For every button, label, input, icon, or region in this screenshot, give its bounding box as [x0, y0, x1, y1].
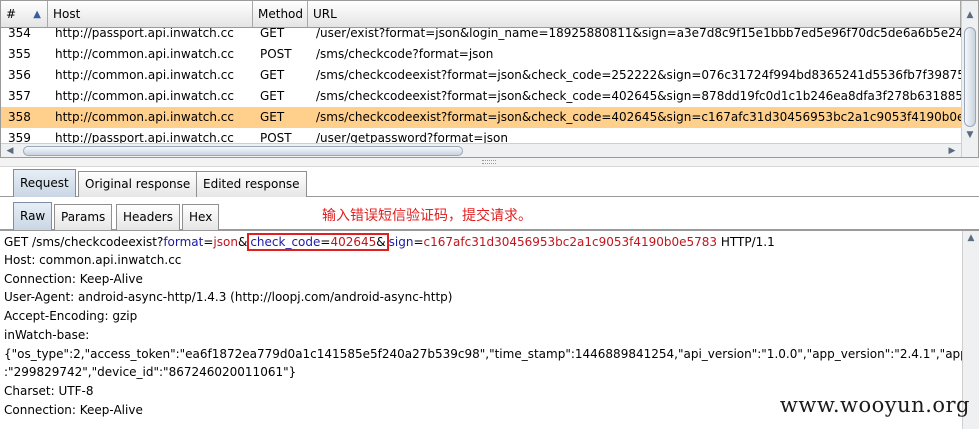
table-row[interactable]: 357 http://common.api.inwatch.cc GET/sms/c…: [1, 86, 961, 107]
table-row[interactable]: 359 http://passport.api.inwatch.cc POST/us…: [1, 128, 961, 143]
scroll-left-icon[interactable]: ◀: [3, 144, 17, 157]
cell-host: http://passport.api.inwatch.cc: [55, 131, 234, 143]
pane-splitter[interactable]: [0, 158, 979, 167]
vertical-scrollbar[interactable]: ▲ ▼: [961, 1, 978, 157]
column-header-method[interactable]: Method: [253, 1, 308, 27]
column-header-num[interactable]: # ▲: [1, 1, 48, 27]
cell-method: GET: [260, 68, 285, 82]
cell-url: /user/exist?format=json&login_name=18925…: [316, 28, 961, 40]
cell-url: /sms/checkcodeexist?format=json&check_co…: [316, 110, 961, 124]
cell-method: GET: [260, 110, 285, 124]
history-table: # ▲ Host Method URL 354 http://passport.a…: [0, 0, 979, 158]
column-header-host[interactable]: Host: [48, 1, 253, 27]
param-equals: =: [320, 235, 331, 249]
cell-url: /sms/checkcode?format=json: [316, 47, 494, 61]
annotation-note: 输入错误短信验证码，提交请求。: [322, 208, 532, 224]
view-tabs: Raw Params Headers Hex 输入错误短信验证码，提交请求。: [0, 200, 979, 230]
request-header-line: User-Agent: android-async-http/1.4.3 (ht…: [4, 290, 453, 305]
param-separator: &: [376, 235, 386, 249]
param-key-sign: sign: [388, 235, 414, 249]
table-body: 354 http://passport.api.inwatch.cc GET/use…: [1, 28, 961, 143]
cell-url: /sms/checkcodeexist?format=json&check_co…: [316, 89, 961, 103]
tab-raw[interactable]: Raw: [13, 202, 53, 230]
request-header-line: Charset: UTF-8: [4, 383, 94, 398]
editor-scroll-up-icon[interactable]: ▲: [963, 231, 979, 245]
scroll-right-icon[interactable]: ▶: [945, 144, 959, 157]
column-num-label: #: [6, 7, 17, 21]
splitter-grip-icon[interactable]: [482, 160, 496, 164]
raw-request-editor[interactable]: GET /sms/checkcodeexist?format=json& chec…: [0, 230, 979, 429]
cell-url: /sms/checkcodeexist?format=json&check_co…: [316, 68, 961, 82]
request-header-line: Connection: Keep-Alive: [4, 271, 143, 286]
request-header-line: Host: common.api.inwatch.cc: [4, 253, 182, 267]
request-header-line: :"299829742","device_id":"86724602001106…: [4, 365, 297, 380]
tab-headers[interactable]: Headers: [116, 204, 180, 230]
request-header-line: {"os_type":2,"access_token":"ea6f1872ea7…: [4, 346, 979, 361]
cell-num: 358: [8, 110, 31, 124]
cell-num: 355: [8, 47, 31, 61]
http-version: HTTP/1.1: [717, 235, 775, 249]
cell-num: 357: [8, 89, 31, 103]
cell-num: 356: [8, 68, 31, 82]
vertical-scroll-thumb[interactable]: [964, 27, 976, 127]
param-value-check-code: 402645: [330, 235, 377, 249]
request-header-line: inWatch-base:: [4, 327, 90, 342]
tab-params[interactable]: Params: [54, 204, 113, 230]
column-host-label: Host: [53, 7, 81, 21]
param-key-format: format: [163, 235, 204, 249]
cell-num: 359: [8, 131, 31, 143]
param-key-check-code: check_code: [250, 235, 321, 249]
scroll-up-icon[interactable]: ▲: [962, 7, 978, 23]
check-code-highlight: check_code=402645&: [247, 233, 389, 251]
table-row[interactable]: 355 http://common.api.inwatch.cc POST/sms/…: [1, 44, 961, 65]
tab-edited-response[interactable]: Edited response: [196, 171, 307, 197]
cell-method: POST: [260, 131, 292, 143]
cell-host: http://common.api.inwatch.cc: [55, 47, 234, 61]
cell-host: http://passport.api.inwatch.cc: [55, 28, 234, 40]
table-row[interactable]: 356 http://common.api.inwatch.cc GET/sms/c…: [1, 65, 961, 86]
param-separator: &: [237, 235, 248, 249]
cell-method: POST: [260, 47, 292, 61]
sort-ascending-icon: ▲: [33, 9, 41, 20]
cell-method: GET: [260, 89, 285, 103]
tab-original-response[interactable]: Original response: [78, 171, 198, 197]
cell-host: http://common.api.inwatch.cc: [55, 68, 234, 82]
horizontal-scrollbar[interactable]: ◀ ▶: [1, 143, 961, 157]
param-value-format: json: [213, 235, 238, 249]
column-method-label: Method: [258, 7, 304, 21]
column-header-url[interactable]: URL: [308, 1, 961, 27]
request-line: GET /sms/checkcodeexist?format=json& chec…: [4, 233, 775, 251]
cell-url: /user/getpassword?format=json: [316, 131, 508, 143]
cell-num: 354: [8, 28, 31, 40]
tab-request[interactable]: Request: [13, 169, 76, 197]
table-header: # ▲ Host Method URL: [1, 1, 961, 28]
table-row[interactable]: 358 http://common.api.inwatch.cc GET/sms/c…: [1, 107, 961, 128]
watermark: www.wooyun.org: [779, 393, 970, 417]
cell-method: GET: [260, 28, 285, 40]
request-header-line: Accept-Encoding: gzip: [4, 309, 138, 324]
cell-host: http://common.api.inwatch.cc: [55, 110, 234, 124]
request-header-line: Connection: Keep-Alive: [4, 402, 143, 417]
table-row[interactable]: 354 http://passport.api.inwatch.cc GET/use…: [1, 28, 961, 44]
scroll-down-icon[interactable]: ▼: [962, 127, 978, 143]
horizontal-scroll-thumb[interactable]: [23, 146, 463, 156]
column-url-label: URL: [313, 7, 337, 21]
cell-host: http://common.api.inwatch.cc: [55, 89, 234, 103]
tab-hex[interactable]: Hex: [182, 204, 220, 230]
param-value-sign: c167afc31d30456953bc2a1c9053f4190b0e5783: [423, 235, 718, 249]
message-tabs: Request Original response Edited respons…: [0, 167, 979, 197]
request-method-path: GET /sms/checkcodeexist?: [4, 235, 164, 249]
